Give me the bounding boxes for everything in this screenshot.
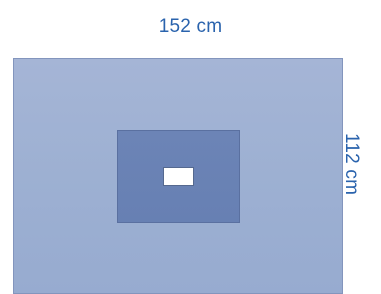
fenestration-opening <box>163 167 194 186</box>
height-dimension-label: 112 cm <box>341 133 362 196</box>
width-dimension-label: 152 cm <box>158 16 223 37</box>
